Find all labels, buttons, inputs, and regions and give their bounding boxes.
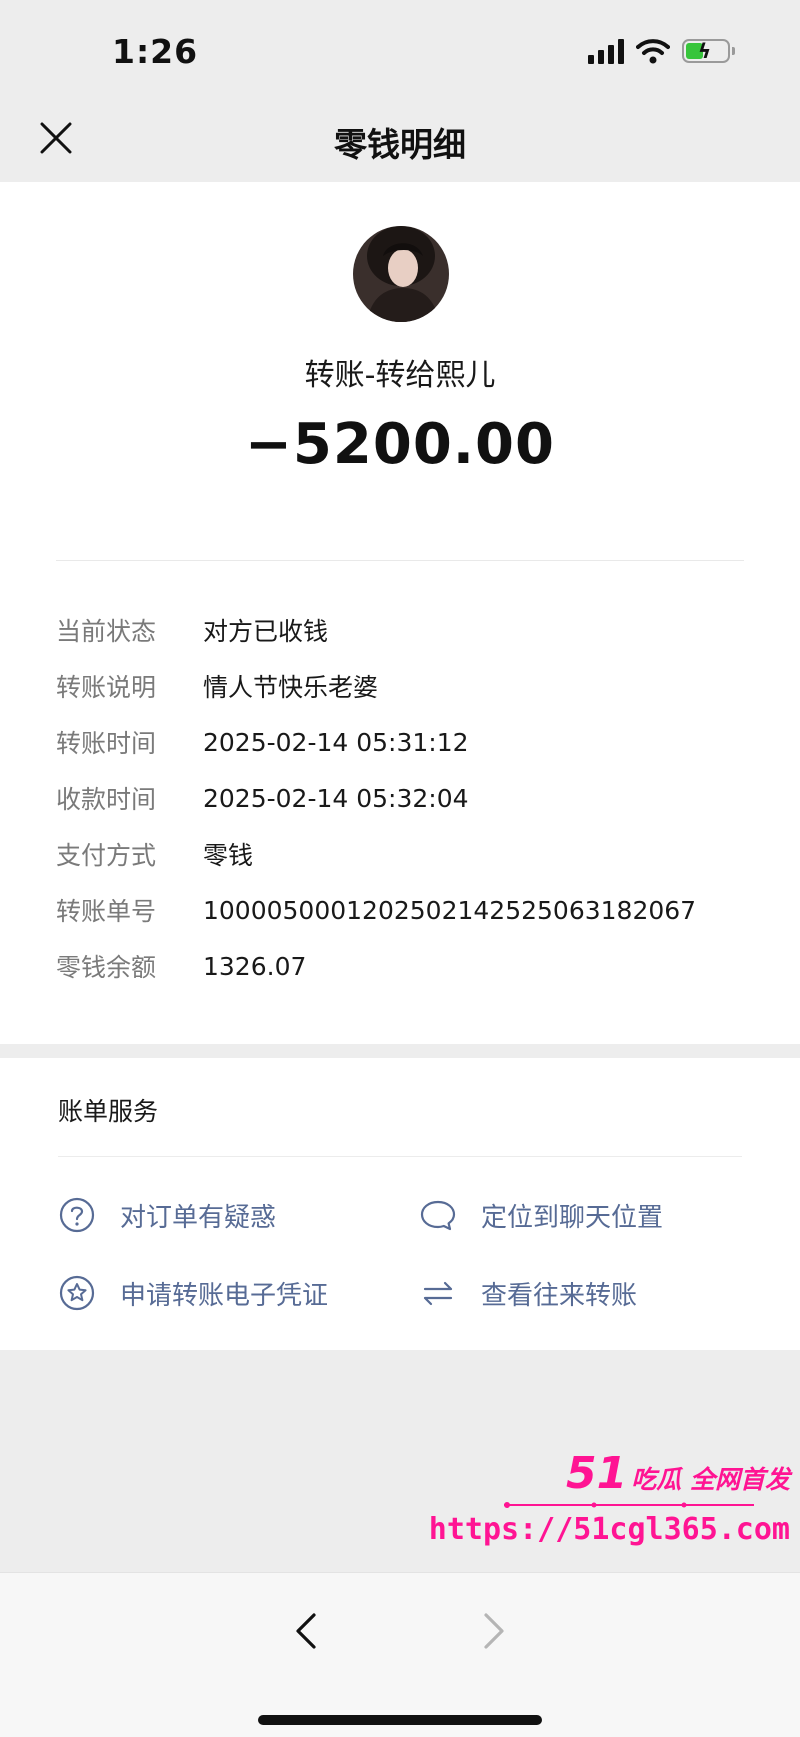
detail-label: 当前状态 [56, 617, 157, 646]
watermark-number: 51 [566, 1448, 628, 1499]
status-icons: ϟ [588, 38, 735, 64]
watermark: 51 吃瓜 全网首发 https://51cgl365.com [429, 1452, 794, 1562]
forward-button[interactable] [478, 1609, 510, 1653]
detail-row-balance: 零钱余额 1326.07 [56, 938, 756, 994]
detail-row-receive-time: 收款时间 2025-02-14 05:32:04 [56, 770, 756, 826]
status-time: 1:26 [112, 32, 199, 71]
watermark-brand: 51 吃瓜 全网首发 [566, 1452, 790, 1496]
transfer-amount: −5200.00 [245, 412, 555, 477]
detail-label: 收款时间 [56, 785, 157, 814]
question-circle-icon [59, 1197, 95, 1233]
detail-row-order-number: 转账单号 1000050001202502142525063182067 [56, 882, 756, 938]
detail-label: 转账单号 [56, 897, 157, 926]
transfer-title: 转账-转给熙儿 [304, 358, 496, 393]
transfer-detail-card: 转账-转给熙儿 −5200.00 当前状态 对方已收钱 转账说明 情人节快乐老婆… [0, 182, 800, 1044]
detail-value: 1000050001202502142525063182067 [203, 895, 697, 925]
divider [56, 560, 744, 561]
view-transfers-link[interactable]: 查看往来转账 [419, 1274, 637, 1312]
service-label: 定位到聊天位置 [481, 1202, 664, 1233]
swap-arrows-icon [423, 1281, 453, 1306]
detail-row-status: 当前状态 对方已收钱 [56, 602, 756, 658]
chevron-left-icon [296, 1613, 316, 1649]
services-title: 账单服务 [58, 1097, 159, 1126]
bill-services-card: 账单服务 对订单有疑惑 定位到聊天位置 申请转账电子凭证 查看往来转账 [0, 1058, 800, 1350]
battery-icon: ϟ [682, 39, 735, 63]
detail-label: 零钱余额 [56, 953, 157, 982]
divider [58, 1156, 742, 1157]
nav-bar: 零钱明细 [0, 100, 800, 182]
watermark-url: https://51cgl365.com [428, 1512, 790, 1547]
detail-value: 1326.07 [203, 951, 307, 981]
star-circle-icon [59, 1275, 95, 1311]
home-indicator [258, 1715, 542, 1725]
chat-bubble-icon [420, 1200, 456, 1231]
wifi-icon [636, 39, 670, 64]
detail-label: 转账时间 [56, 729, 157, 758]
status-bar: 1:26 ϟ [0, 0, 800, 100]
service-label: 查看往来转账 [481, 1280, 638, 1311]
order-question-link[interactable]: 对订单有疑惑 [58, 1196, 276, 1234]
watermark-decoration [504, 1502, 754, 1508]
apply-voucher-link[interactable]: 申请转账电子凭证 [58, 1274, 328, 1312]
back-button[interactable] [290, 1609, 322, 1653]
bottom-toolbar [0, 1572, 800, 1737]
detail-value: 对方已收钱 [203, 617, 329, 646]
avatar[interactable] [353, 226, 449, 322]
detail-list: 当前状态 对方已收钱 转账说明 情人节快乐老婆 转账时间 2025-02-14 … [56, 602, 756, 994]
locate-chat-link[interactable]: 定位到聊天位置 [419, 1196, 663, 1234]
detail-value: 情人节快乐老婆 [203, 673, 379, 702]
cellular-signal-icon [588, 38, 624, 64]
detail-row-payment-method: 支付方式 零钱 [56, 826, 756, 882]
detail-value: 2025-02-14 05:31:12 [203, 727, 469, 757]
detail-value: 2025-02-14 05:32:04 [203, 783, 469, 813]
detail-label: 支付方式 [56, 841, 157, 870]
service-label: 对订单有疑惑 [120, 1202, 277, 1233]
service-label: 申请转账电子凭证 [120, 1280, 329, 1311]
chevron-right-icon [484, 1613, 504, 1649]
watermark-tagline: 吃瓜 全网首发 [631, 1465, 790, 1494]
page-title: 零钱明细 [334, 125, 466, 164]
detail-row-note: 转账说明 情人节快乐老婆 [56, 658, 756, 714]
detail-value: 零钱 [203, 841, 254, 870]
detail-label: 转账说明 [56, 673, 157, 702]
detail-row-transfer-time: 转账时间 2025-02-14 05:31:12 [56, 714, 756, 770]
